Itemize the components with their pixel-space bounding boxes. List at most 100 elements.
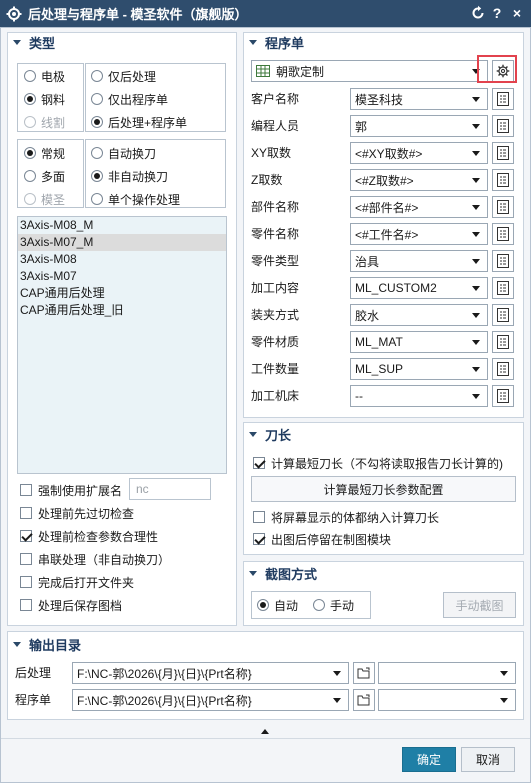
program-dir-field[interactable]: F:\NC-郭\2026\{月}\{日}\{Prt名称} xyxy=(72,689,349,711)
radio-label: 模圣 xyxy=(41,192,66,207)
program-row-value: <#XY取数#> xyxy=(355,146,423,161)
radio-post-and-sheet[interactable]: 后处理+程序单 xyxy=(91,114,187,130)
program-row-select[interactable]: ML_CUSTOM2 xyxy=(350,277,488,299)
checkbox-box xyxy=(20,576,32,588)
template-select[interactable]: 朝歌定制 xyxy=(251,60,488,82)
chevron-down-icon xyxy=(472,123,480,129)
program-row-list-button[interactable] xyxy=(492,169,514,191)
radio-dot xyxy=(24,147,36,159)
program-row-list-button[interactable] xyxy=(492,358,514,380)
radio-multi-face[interactable]: 多面 xyxy=(24,168,65,184)
postprocessor-list[interactable]: 3Axis-M08_M 3Axis-M07_M 3Axis-M08 3Axis-… xyxy=(17,216,227,474)
program-row-select[interactable]: 模圣科技 xyxy=(350,88,488,110)
radio-label: 单个操作处理 xyxy=(108,192,181,207)
ok-button[interactable]: 确定 xyxy=(402,747,456,772)
radio-manual-tool-change[interactable]: 非自动换刀 xyxy=(91,168,168,184)
program-row-select[interactable]: <#工件名#> xyxy=(350,223,488,245)
open-folder-checkbox[interactable]: 完成后打开文件夹 xyxy=(20,574,134,590)
list-item[interactable]: CAP通用后处理 xyxy=(18,285,226,302)
program-row-label: 部件名称 xyxy=(251,200,300,214)
stay-drawing-checkbox[interactable]: 出图后停留在制图模块 xyxy=(253,531,391,547)
program-row-label: 零件名称 xyxy=(251,227,300,241)
tool-length-section-header[interactable]: 刀长 xyxy=(249,425,291,443)
program-dir-browse-button[interactable] xyxy=(353,689,375,711)
program-row-select[interactable]: <#Z取数#> xyxy=(350,169,488,191)
program-dir-extra-select[interactable] xyxy=(378,689,516,711)
serial-process-checkbox[interactable]: 串联处理（非自动换刀） xyxy=(20,551,170,567)
radio-wire-cut[interactable]: 线割 xyxy=(24,114,65,130)
post-dir-field[interactable]: F:\NC-郭\2026\{月}\{日}\{Prt名称} xyxy=(72,662,349,684)
program-row-select[interactable]: 治具 xyxy=(350,250,488,272)
program-row-label: 编程人员 xyxy=(251,119,300,133)
post-dir-browse-button[interactable] xyxy=(353,662,375,684)
extension-input[interactable]: nc xyxy=(129,478,211,500)
radio-capture-manual[interactable]: 手动 xyxy=(313,597,354,613)
program-row-value: 郭 xyxy=(355,119,368,134)
program-row-list-button[interactable] xyxy=(492,88,514,110)
program-row-select[interactable]: 胶水 xyxy=(350,304,488,326)
list-item[interactable]: 3Axis-M08 xyxy=(18,251,226,268)
program-row-value: ML_MAT xyxy=(355,335,403,349)
checkbox-label: 出图后停留在制图模块 xyxy=(271,532,392,547)
include-visible-checkbox[interactable]: 将屏幕显示的体都纳入计算刀长 xyxy=(253,509,439,525)
program-row-list-button[interactable] xyxy=(492,250,514,272)
post-dir-extra-select[interactable] xyxy=(378,662,516,684)
settings-highlight xyxy=(477,55,517,83)
program-row-select[interactable]: 郭 xyxy=(350,115,488,137)
list-icon xyxy=(497,362,509,376)
program-row-list-button[interactable] xyxy=(492,304,514,326)
radio-capture-auto[interactable]: 自动 xyxy=(257,597,298,613)
list-icon xyxy=(497,227,509,241)
list-item-selected[interactable]: 3Axis-M07_M xyxy=(18,234,226,251)
capture-section-title: 截图方式 xyxy=(265,566,318,582)
program-row-list-button[interactable] xyxy=(492,277,514,299)
program-row-select[interactable]: <#XY取数#> xyxy=(350,142,488,164)
program-row-list-button[interactable] xyxy=(492,142,514,164)
type-section-header[interactable]: 类型 xyxy=(13,33,55,51)
radio-mosheng[interactable]: 模圣 xyxy=(24,191,65,207)
config-shortest-button[interactable]: 计算最短刀长参数配置 xyxy=(251,476,516,502)
program-row-select[interactable]: <#部件名#> xyxy=(350,196,488,218)
program-row-select[interactable]: ML_MAT xyxy=(350,331,488,353)
radio-label: 自动换刀 xyxy=(108,146,157,161)
radio-label: 非自动换刀 xyxy=(108,169,169,184)
list-item[interactable]: 3Axis-M07 xyxy=(18,268,226,285)
list-item[interactable]: CAP通用后处理_旧 xyxy=(18,302,226,319)
radio-normal[interactable]: 常规 xyxy=(24,145,65,161)
save-drawing-checkbox[interactable]: 处理后保存图档 xyxy=(20,597,122,613)
capture-section-header[interactable]: 截图方式 xyxy=(249,564,317,582)
program-row-select[interactable]: ML_SUP xyxy=(350,358,488,380)
radio-single-operation[interactable]: 单个操作处理 xyxy=(91,191,180,207)
refresh-icon[interactable] xyxy=(470,4,486,22)
precut-check-checkbox[interactable]: 处理前先过切检查 xyxy=(20,505,134,521)
close-button[interactable]: × xyxy=(509,4,525,22)
check-params-checkbox[interactable]: 处理前检查参数合理性 xyxy=(20,528,158,544)
radio-dot xyxy=(91,70,103,82)
list-item[interactable]: 3Axis-M08_M xyxy=(18,217,226,234)
program-row-list-button[interactable] xyxy=(492,196,514,218)
program-row-value: <#部件名#> xyxy=(355,200,419,215)
radio-electrode[interactable]: 电极 xyxy=(24,68,65,84)
title-bar: 后处理与程序单 - 模圣软件（旗舰版） ? × xyxy=(0,0,531,27)
calc-shortest-checkbox[interactable]: 计算最短刀长（不勾将读取报告刀长计算的) xyxy=(253,455,503,471)
radio-auto-tool-change[interactable]: 自动换刀 xyxy=(91,145,156,161)
chevron-up-icon[interactable] xyxy=(259,727,271,735)
checkbox-box xyxy=(20,530,32,542)
checkbox-box xyxy=(253,457,265,469)
chevron-down-icon xyxy=(472,312,480,318)
program-row-list-button[interactable] xyxy=(492,385,514,407)
cancel-button[interactable]: 取消 xyxy=(461,747,515,772)
program-row-select[interactable]: -- xyxy=(350,385,488,407)
manual-capture-button[interactable]: 手动截图 xyxy=(443,592,516,618)
program-row-list-button[interactable] xyxy=(492,223,514,245)
radio-post-only[interactable]: 仅后处理 xyxy=(91,68,156,84)
program-row-list-button[interactable] xyxy=(492,115,514,137)
help-button[interactable]: ? xyxy=(489,4,505,22)
checkbox-box xyxy=(253,533,265,545)
radio-sheet-only[interactable]: 仅出程序单 xyxy=(91,91,168,107)
output-section-header[interactable]: 输出目录 xyxy=(13,635,81,653)
program-row-list-button[interactable] xyxy=(492,331,514,353)
program-section-header[interactable]: 程序单 xyxy=(249,33,304,51)
radio-steel[interactable]: 钢料 xyxy=(24,91,65,107)
force-extension-checkbox[interactable]: 强制使用扩展名 xyxy=(20,482,122,498)
